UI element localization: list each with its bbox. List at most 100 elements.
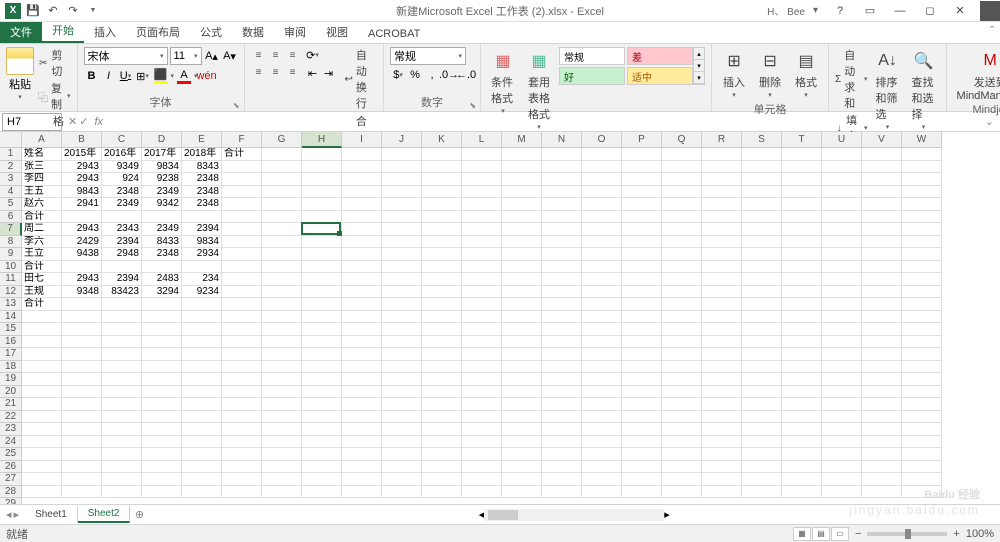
cell[interactable] <box>862 311 902 324</box>
cell[interactable] <box>742 161 782 174</box>
cell[interactable] <box>262 236 302 249</box>
redo-icon[interactable]: ↷ <box>64 2 82 20</box>
cell[interactable] <box>382 436 422 449</box>
cell[interactable] <box>582 298 622 311</box>
cell[interactable] <box>462 273 502 286</box>
cell[interactable] <box>222 473 262 486</box>
cell[interactable] <box>502 448 542 461</box>
cell[interactable] <box>622 486 662 499</box>
row-headers[interactable]: 1234567891011121314151617181920212223242… <box>0 148 22 504</box>
cell[interactable] <box>502 286 542 299</box>
cell[interactable] <box>102 448 142 461</box>
cell[interactable] <box>502 161 542 174</box>
cell[interactable] <box>422 223 462 236</box>
cell[interactable] <box>702 348 742 361</box>
cell[interactable] <box>22 398 62 411</box>
cell[interactable] <box>342 486 382 499</box>
cell[interactable] <box>502 473 542 486</box>
cell[interactable] <box>702 448 742 461</box>
cell[interactable] <box>662 386 702 399</box>
border-button[interactable]: ⊞▾ <box>135 68 151 84</box>
cell[interactable] <box>582 211 622 224</box>
cell[interactable] <box>822 211 862 224</box>
align-center-icon[interactable]: ≡ <box>268 64 284 80</box>
cell-styles-gallery[interactable]: 常规 差 好 适中 <box>559 47 693 85</box>
cell[interactable] <box>62 336 102 349</box>
cell[interactable] <box>662 298 702 311</box>
cell[interactable] <box>502 361 542 374</box>
cell[interactable] <box>662 323 702 336</box>
cell[interactable] <box>302 223 342 236</box>
cell[interactable] <box>862 423 902 436</box>
cell[interactable]: 9348 <box>62 286 102 299</box>
cell[interactable]: 姓名 <box>22 148 62 161</box>
cell[interactable] <box>462 361 502 374</box>
cell[interactable] <box>702 361 742 374</box>
cell[interactable] <box>902 386 942 399</box>
cell[interactable] <box>902 436 942 449</box>
cell[interactable] <box>662 373 702 386</box>
cell[interactable] <box>182 361 222 374</box>
cell[interactable] <box>902 236 942 249</box>
cell[interactable] <box>62 361 102 374</box>
zoom-slider[interactable] <box>867 532 947 536</box>
cell[interactable] <box>662 311 702 324</box>
cell[interactable] <box>182 461 222 474</box>
currency-icon[interactable]: $▾ <box>390 67 406 83</box>
cell[interactable] <box>302 411 342 424</box>
row-header-5[interactable]: 5 <box>0 198 22 211</box>
cell[interactable] <box>782 261 822 274</box>
select-all-corner[interactable] <box>0 132 22 148</box>
cell[interactable] <box>542 298 582 311</box>
cell[interactable] <box>262 436 302 449</box>
cell[interactable] <box>222 286 262 299</box>
cell[interactable] <box>382 348 422 361</box>
cell[interactable] <box>302 186 342 199</box>
cell[interactable] <box>382 473 422 486</box>
cell[interactable] <box>582 261 622 274</box>
cell[interactable] <box>182 336 222 349</box>
cell[interactable] <box>302 436 342 449</box>
cell[interactable] <box>302 161 342 174</box>
cell[interactable] <box>782 423 822 436</box>
cell[interactable] <box>782 323 822 336</box>
cell[interactable]: 2483 <box>142 273 182 286</box>
cell[interactable] <box>902 311 942 324</box>
cell[interactable] <box>342 473 382 486</box>
cell[interactable] <box>742 211 782 224</box>
cell[interactable] <box>102 436 142 449</box>
cell[interactable] <box>542 486 582 499</box>
cell[interactable] <box>582 361 622 374</box>
cell[interactable] <box>262 386 302 399</box>
cell[interactable] <box>262 348 302 361</box>
row-header-13[interactable]: 13 <box>0 298 22 311</box>
cell[interactable] <box>422 173 462 186</box>
cell[interactable] <box>902 211 942 224</box>
cell[interactable] <box>422 323 462 336</box>
cell[interactable] <box>62 473 102 486</box>
cell[interactable] <box>822 486 862 499</box>
cell[interactable] <box>822 236 862 249</box>
col-header-I[interactable]: I <box>342 132 382 148</box>
zoom-in-button[interactable]: + <box>953 528 959 540</box>
cell[interactable] <box>742 436 782 449</box>
cell[interactable] <box>742 198 782 211</box>
cell[interactable] <box>462 173 502 186</box>
cell[interactable] <box>902 486 942 499</box>
percent-icon[interactable]: % <box>407 67 423 83</box>
cell[interactable]: 2348 <box>182 173 222 186</box>
cell[interactable] <box>262 273 302 286</box>
save-icon[interactable]: 💾 <box>24 2 42 20</box>
cell[interactable] <box>702 373 742 386</box>
cell[interactable] <box>622 373 662 386</box>
cell[interactable] <box>342 448 382 461</box>
cell[interactable] <box>302 386 342 399</box>
cell[interactable]: 2343 <box>102 223 142 236</box>
cell[interactable] <box>542 311 582 324</box>
add-sheet-button[interactable]: ⊕ <box>130 508 148 521</box>
cell[interactable] <box>422 386 462 399</box>
cell[interactable] <box>542 186 582 199</box>
cell[interactable] <box>342 198 382 211</box>
cell[interactable] <box>382 273 422 286</box>
cell[interactable] <box>302 336 342 349</box>
